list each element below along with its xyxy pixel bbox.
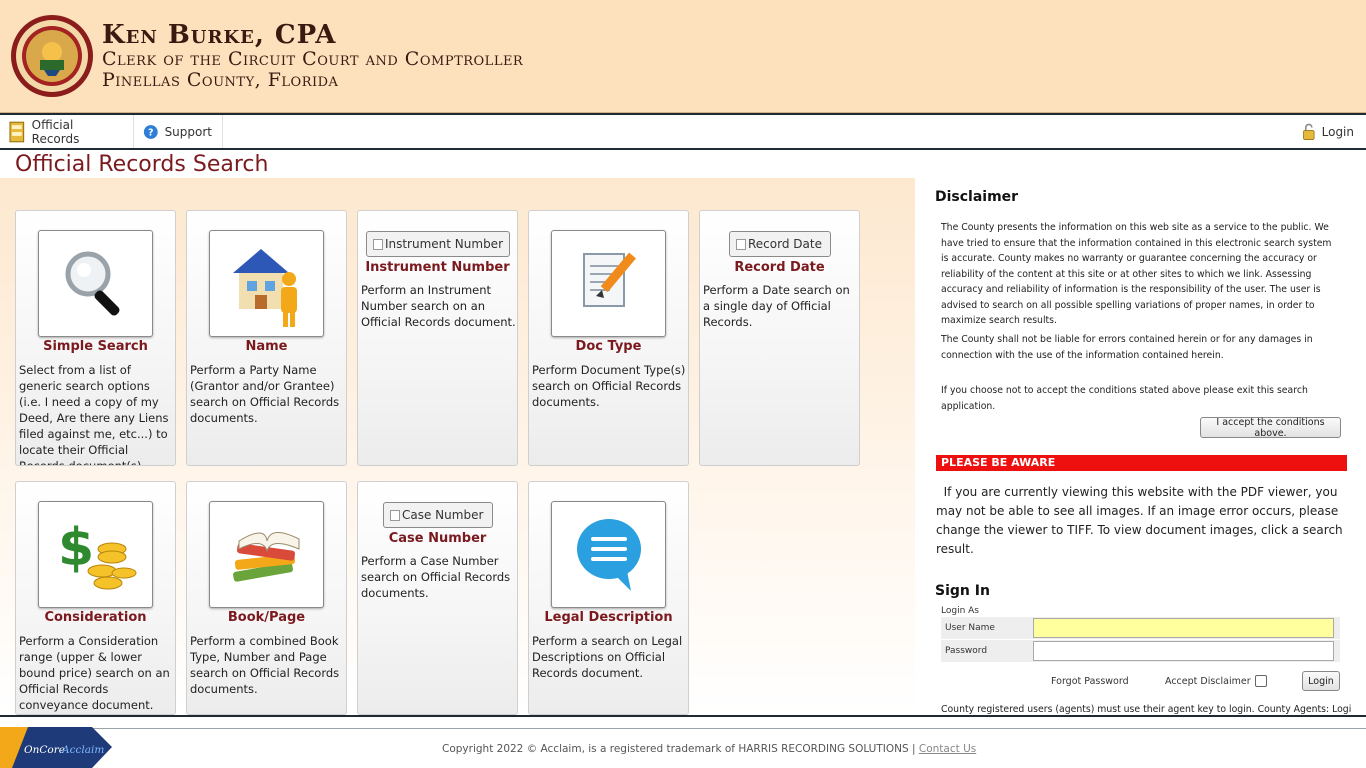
sign-in-heading: Sign In: [935, 583, 990, 599]
disclaimer-heading: Disclaimer: [935, 189, 1019, 205]
broken-image-icon: [390, 509, 400, 521]
login-button[interactable]: Login: [1302, 671, 1340, 691]
accept-disclaimer-control[interactable]: Accept Disclaimer: [1165, 675, 1267, 687]
card-title[interactable]: Book/Page: [187, 610, 346, 625]
search-card-consideration[interactable]: $ Consideration Perform a Consideration …: [15, 481, 176, 715]
card-description: Perform a Party Name (Grantor and/or Gra…: [190, 363, 340, 425]
card-description: Select from a list of generic search opt…: [19, 363, 169, 466]
card-description: Perform a Consideration range (upper & l…: [19, 634, 170, 712]
card-title[interactable]: Instrument Number: [358, 260, 517, 275]
nav-support[interactable]: ? Support: [135, 115, 223, 148]
accept-conditions-button[interactable]: I accept the conditions above.: [1200, 417, 1341, 439]
svg-text:Acclaim: Acclaim: [61, 744, 104, 756]
record-date-button[interactable]: Record Date: [729, 231, 831, 257]
broken-image-icon: [373, 238, 383, 250]
contact-us-link[interactable]: Contact Us: [919, 743, 976, 755]
search-card-legal-description[interactable]: Legal Description Perform a search on Le…: [528, 481, 689, 715]
clerk-office: Clerk of the Circuit Court and Comptroll…: [102, 48, 524, 70]
doc-type-button[interactable]: [551, 230, 666, 337]
svg-text:?: ?: [148, 127, 154, 138]
password-input[interactable]: [1033, 641, 1334, 661]
case-number-button[interactable]: Case Number: [383, 502, 493, 528]
svg-text:OnCore: OnCore: [24, 744, 65, 756]
county-name: Pinellas County, Florida: [102, 69, 339, 91]
right-panel: Disclaimer The County presents the infor…: [925, 178, 1366, 715]
disclaimer-paragraph: The County shall not be liable for error…: [941, 334, 1313, 361]
house-person-icon: [232, 248, 297, 327]
disclaimer-paragraph: The County presents the information on t…: [941, 222, 1332, 326]
card-description: Perform a Case Number search on Official…: [361, 554, 511, 600]
card-description: Perform an Instrument Number search on a…: [361, 283, 516, 329]
legal-description-button[interactable]: [551, 501, 666, 608]
county-seal-logo: [11, 15, 93, 97]
card-title[interactable]: Doc Type: [529, 339, 688, 354]
nav-official-records[interactable]: Official Records: [0, 115, 134, 148]
password-label: Password: [945, 646, 988, 656]
books-icon: [232, 531, 299, 582]
card-description: Perform a Date search on a single day of…: [703, 283, 850, 329]
nav-official-records-label: Official Records: [31, 117, 80, 146]
disclaimer-paragraph: If you choose not to accept the conditio…: [941, 385, 1308, 412]
lock-icon: [1303, 123, 1315, 140]
footer-divider: [0, 728, 1366, 729]
card-title[interactable]: Name: [187, 339, 346, 354]
nav-login[interactable]: Login: [1294, 115, 1364, 148]
simple-search-button[interactable]: [38, 230, 153, 337]
password-row: Password: [941, 640, 1340, 662]
search-card-doc-type[interactable]: Doc Type Perform Document Type(s) search…: [528, 210, 689, 466]
document-pencil-icon: [582, 252, 636, 307]
speech-bubble-icon: [576, 518, 641, 591]
username-label: User Name: [945, 623, 995, 633]
search-card-book-page[interactable]: Book/Page Perform a combined Book Type, …: [186, 481, 347, 715]
clerk-name: Ken Burke, CPA: [102, 20, 337, 50]
forgot-password-link[interactable]: Forgot Password: [1051, 676, 1129, 687]
card-description: Perform Document Type(s) search on Offic…: [532, 363, 686, 409]
copyright-text: Copyright 2022 © Acclaim, is a registere…: [442, 743, 976, 755]
pdf-viewer-notice-text: If you are currently viewing this websit…: [936, 485, 1343, 556]
card-title[interactable]: Record Date: [700, 260, 859, 275]
site-footer: OnCore Acclaim Copyright 2022 © Acclaim,…: [0, 715, 1366, 768]
card-title[interactable]: Legal Description: [529, 610, 688, 625]
login-as-label: Login As: [941, 606, 979, 616]
case-number-alt: Case Number: [402, 508, 484, 522]
book-page-button[interactable]: [209, 501, 324, 608]
card-description: Perform a search on Legal Descriptions o…: [532, 634, 683, 680]
search-card-instrument-number[interactable]: Instrument Number Instrument Number Perf…: [357, 210, 518, 466]
oncore-acclaim-logo: OnCore Acclaim: [0, 727, 112, 768]
records-icon: [9, 121, 25, 142]
username-input[interactable]: [1033, 618, 1334, 638]
accept-disclaimer-checkbox[interactable]: [1254, 675, 1267, 687]
consideration-button[interactable]: $: [38, 501, 153, 608]
magnifier-icon: [65, 251, 119, 315]
accept-disclaimer-label: Accept Disclaimer: [1165, 675, 1251, 687]
pdf-viewer-notice: If you are currently viewing this websit…: [936, 483, 1351, 559]
card-title[interactable]: Consideration: [16, 610, 175, 625]
instrument-number-alt: Instrument Number: [384, 237, 503, 251]
card-title[interactable]: Simple Search: [16, 339, 175, 354]
nav-support-label: Support: [164, 124, 212, 139]
instrument-number-button[interactable]: Instrument Number: [366, 231, 510, 257]
please-be-aware-banner: PLEASE BE AWARE: [936, 455, 1347, 471]
name-search-button[interactable]: [209, 230, 324, 337]
site-header: Ken Burke, CPA Clerk of the Circuit Cour…: [0, 0, 1366, 113]
card-description: Perform a combined Book Type, Number and…: [190, 634, 340, 696]
record-date-alt: Record Date: [748, 237, 822, 251]
page-title: Official Records Search: [15, 152, 269, 177]
search-card-case-number[interactable]: Case Number Case Number Perform a Case N…: [357, 481, 518, 715]
card-title[interactable]: Case Number: [358, 531, 517, 546]
search-card-name[interactable]: Name Perform a Party Name (Grantor and/o…: [186, 210, 347, 466]
username-row: User Name: [941, 617, 1340, 639]
nav-login-label: Login: [1321, 124, 1354, 139]
search-card-record-date[interactable]: Record Date Record Date Perform a Date s…: [699, 210, 860, 466]
search-card-simple[interactable]: Simple Search Select from a list of gene…: [15, 210, 176, 466]
broken-image-icon: [736, 238, 746, 250]
help-icon: ?: [143, 124, 158, 139]
agent-login-note: County registered users (agents) must us…: [941, 704, 1351, 715]
copyright-label: Copyright 2022 © Acclaim, is a registere…: [442, 743, 916, 755]
nav-bar: Official Records ? Support Login: [0, 113, 1366, 150]
money-coins-icon: $: [58, 518, 136, 589]
